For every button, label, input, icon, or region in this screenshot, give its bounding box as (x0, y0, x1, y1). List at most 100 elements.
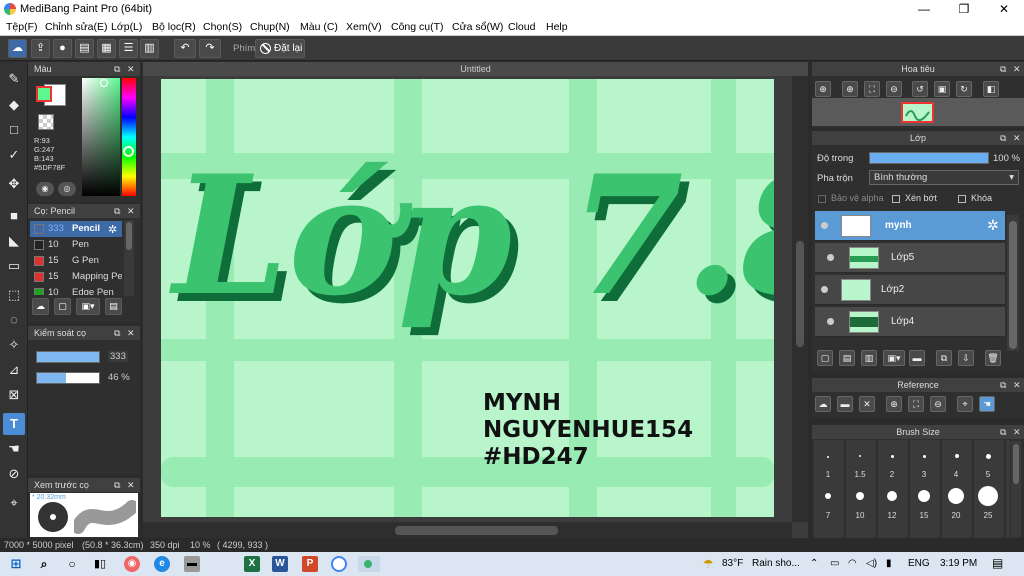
word-icon[interactable]: W (272, 556, 288, 572)
nav-fit-screen-icon[interactable]: ⛶ (864, 81, 880, 97)
reset-button[interactable]: Đặt lại (255, 39, 305, 58)
ref-cloud-icon[interactable]: ☁ (815, 396, 831, 412)
excel-icon[interactable]: X (244, 556, 260, 572)
cloud-sync-icon[interactable]: ☁ (8, 39, 27, 58)
move-tool-icon[interactable]: ✥ (3, 173, 25, 195)
grid-icon[interactable]: ▥ (140, 39, 159, 58)
undock-icon[interactable]: ⧉ (114, 204, 120, 218)
panel-layout-icon[interactable]: ▦ (97, 39, 116, 58)
layer-opacity-slider[interactable] (869, 152, 989, 164)
transparent-color-swatch[interactable] (38, 114, 54, 130)
blend-mode-select[interactable]: Bình thường ▾ (869, 170, 1019, 185)
medibang-taskbar-icon[interactable] (358, 556, 380, 572)
foreground-color-swatch[interactable] (36, 86, 52, 102)
lock-checkbox[interactable] (958, 195, 966, 203)
language-indicator[interactable]: ENG (908, 558, 930, 569)
menu-layer[interactable]: Lớp(L) (111, 21, 142, 33)
menu-select[interactable]: Chọn(S) (203, 21, 242, 33)
ref-zoom-in-icon[interactable]: ⊕ (886, 396, 902, 412)
menu-file[interactable]: Tệp(F) (6, 21, 38, 33)
brush-size-dot[interactable] (955, 454, 959, 458)
tray-overflow-icon[interactable]: ⌃ (810, 558, 818, 569)
layer-row-mynh[interactable]: mynh ✲ (815, 211, 1005, 241)
magic-wand-icon[interactable]: ✧ (3, 334, 25, 356)
brush-size-slider[interactable] (36, 351, 100, 363)
scroll-thumb[interactable] (796, 241, 804, 347)
close-panel-icon[interactable]: ✕ (127, 204, 135, 218)
hue-cursor[interactable] (123, 146, 134, 157)
undock-icon[interactable]: ⧉ (1000, 62, 1006, 76)
menu-help[interactable]: Help (546, 21, 568, 33)
visibility-eye-icon[interactable] (821, 286, 828, 293)
minimize-button[interactable]: — (904, 0, 944, 18)
eraser-tool-icon[interactable]: ◆ (3, 94, 25, 116)
brush-size-dot[interactable] (918, 490, 930, 502)
add-layer-dropdown-icon[interactable]: ▣▾ (883, 350, 905, 366)
saturation-value-picker[interactable] (82, 78, 120, 196)
brush-item-edge-pen[interactable]: 10 Edge Pen (30, 285, 122, 295)
brush-size-dot[interactable] (978, 486, 998, 506)
nav-rotate-left-icon[interactable]: ↺ (912, 81, 928, 97)
task-view-icon[interactable]: ○ (64, 556, 80, 572)
close-panel-icon[interactable]: ✕ (1013, 425, 1021, 439)
select-pen-icon[interactable]: ✓ (3, 144, 25, 166)
layer-row-lop4[interactable]: Lớp4 (815, 307, 1005, 337)
undock-icon[interactable]: ⧉ (1000, 378, 1006, 392)
redo-icon[interactable]: ↷ (199, 39, 221, 58)
picker-cursor[interactable] (100, 79, 108, 87)
powerpoint-icon[interactable]: P (302, 556, 318, 572)
duplicate-layer-icon[interactable]: ⧉ (936, 350, 952, 366)
canvas-vertical-scrollbar[interactable] (792, 76, 808, 522)
brush-item-g-pen[interactable]: 15 G Pen (30, 253, 122, 269)
visibility-eye-icon[interactable] (821, 222, 828, 229)
nav-zoom-out-icon[interactable]: ⊖ (886, 81, 902, 97)
bucket-tool-icon[interactable]: ◣ (3, 230, 25, 252)
menu-snap[interactable]: Chụp(N) (250, 21, 290, 33)
ref-close-icon[interactable]: ✕ (859, 396, 875, 412)
nav-zoom-fit-icon[interactable]: ⊕ (815, 81, 831, 97)
undock-icon[interactable]: ⧉ (114, 478, 120, 492)
ref-zoom-out-icon[interactable]: ⊖ (930, 396, 946, 412)
menu-window[interactable]: Cửa sổ(W) (452, 21, 503, 33)
brush-size-dot[interactable] (923, 455, 926, 458)
volume-icon[interactable]: ◁) (866, 558, 877, 569)
new-folder-icon[interactable]: ▬ (909, 350, 925, 366)
undock-icon[interactable]: ⧉ (1000, 131, 1006, 145)
menu-tools[interactable]: Công cụ(T) (391, 21, 444, 33)
close-panel-icon[interactable]: ✕ (1013, 378, 1021, 392)
comment-icon[interactable]: ● (53, 39, 72, 58)
brush-opacity-slider[interactable] (36, 372, 100, 384)
rect-select-icon[interactable]: ⬚ (3, 284, 25, 306)
undock-icon[interactable]: ⧉ (114, 62, 120, 76)
undock-icon[interactable]: ⧉ (114, 326, 120, 340)
file-explorer-icon[interactable]: ▬ (184, 556, 200, 572)
brush-size-dot[interactable] (986, 454, 991, 459)
palette-swap-icon[interactable]: ◎ (58, 182, 76, 196)
hand-tool-icon[interactable]: ☚ (3, 438, 25, 460)
layer-row-lop5[interactable]: Lớp5 (815, 243, 1005, 273)
maximize-button[interactable]: ❐ (944, 0, 984, 18)
ref-eyedropper-icon[interactable]: ⌖ (957, 396, 973, 412)
visibility-eye-icon[interactable] (827, 318, 834, 325)
gradient-tool-icon[interactable]: ▭ (3, 255, 25, 277)
ref-hand-icon[interactable]: ☚ (979, 396, 995, 412)
new-brush-icon[interactable]: ▢ (54, 298, 71, 315)
layer-list-scrollbar[interactable] (1007, 215, 1019, 351)
brush-item-pen[interactable]: 10 Pen (30, 237, 122, 253)
list-icon[interactable]: ☰ (119, 39, 138, 58)
layer-row-lop2[interactable]: Lớp2 (815, 275, 1005, 305)
eyedropper-tool-icon[interactable]: ⌖ (3, 492, 25, 514)
fill-rect-icon[interactable]: ■ (3, 205, 25, 227)
widgets-icon[interactable]: ▮▯ (92, 556, 108, 572)
nav-rotate-right-icon[interactable]: ↻ (956, 81, 972, 97)
brush-properties-icon[interactable]: ▤ (105, 298, 122, 315)
ref-fit-icon[interactable]: ⛶ (908, 396, 924, 412)
search-icon[interactable]: ⌕ (36, 556, 52, 572)
notification-icon[interactable]: ▤ (992, 556, 1003, 570)
protect-alpha-checkbox[interactable] (818, 195, 826, 203)
brush-size-scrollbar[interactable] (1011, 441, 1021, 537)
close-button[interactable]: ✕ (984, 0, 1024, 18)
close-panel-icon[interactable]: ✕ (1013, 62, 1021, 76)
chrome-icon[interactable] (331, 556, 347, 572)
nav-flip-icon[interactable]: ◧ (983, 81, 999, 97)
